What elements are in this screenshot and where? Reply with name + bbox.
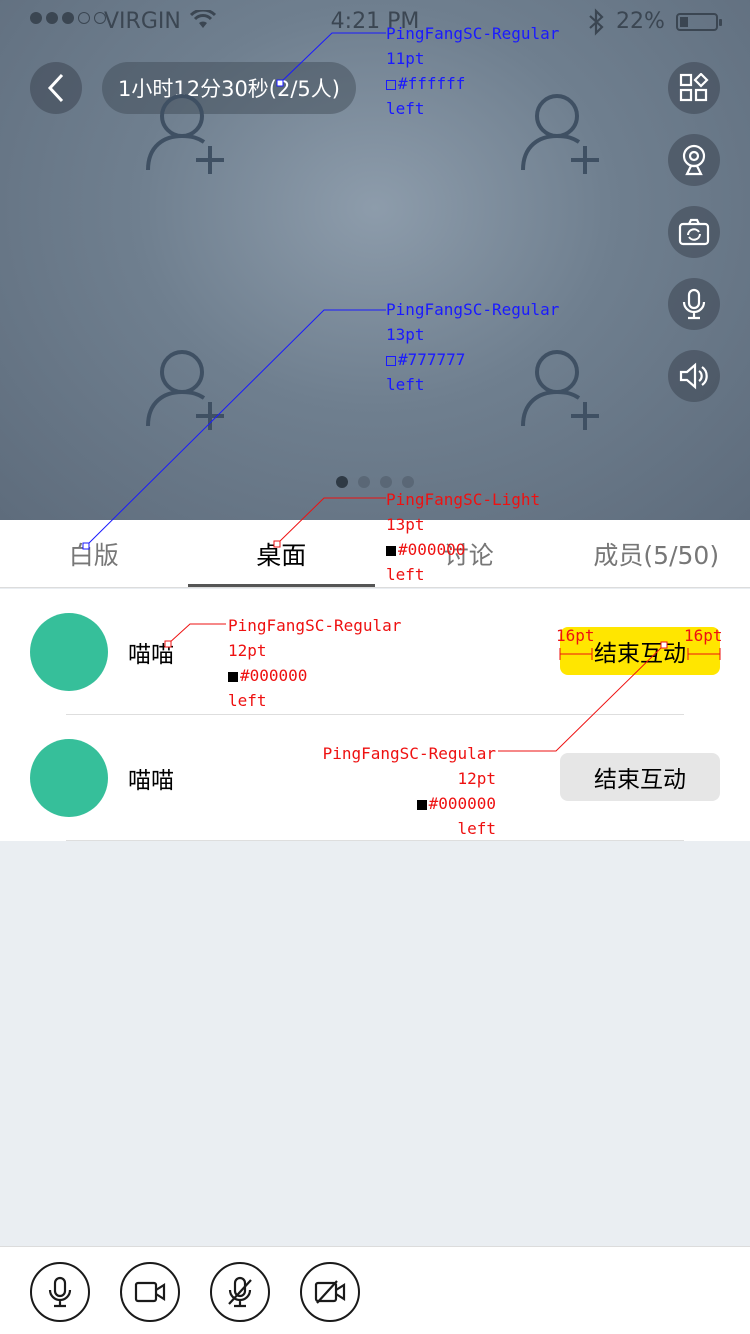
webcam-button[interactable] [668, 134, 720, 186]
camera-switch-icon [678, 218, 710, 246]
member-name: 喵喵 [128, 642, 174, 668]
video-off-icon [314, 1280, 346, 1304]
avatar [30, 613, 108, 691]
padding-annotation: 16pt [556, 626, 595, 645]
carrier-name: VIRGIN [104, 9, 181, 34]
video-icon [134, 1281, 166, 1303]
battery-icon [676, 13, 722, 31]
tab-desktop[interactable]: 桌面 [187, 520, 376, 587]
speaker-button[interactable] [668, 350, 720, 402]
webcam-icon [682, 144, 706, 176]
mic-icon [48, 1276, 72, 1308]
bottom-toolbar [0, 1246, 750, 1334]
mic-off-icon [228, 1276, 252, 1308]
signal-strength-icon [30, 12, 106, 24]
font-annotation: PingFangSC-Regular 12pt #000000 left [228, 616, 402, 710]
padding-annotation: 16pt [684, 626, 723, 645]
grid-icon [679, 73, 709, 102]
font-annotation: PingFangSC-Regular 13pt #777777 left [386, 300, 560, 394]
disable-video-button[interactable] [300, 1262, 360, 1322]
switch-camera-button[interactable] [668, 206, 720, 258]
battery-percentage: 22% [616, 9, 665, 34]
mute-mic-button[interactable] [210, 1262, 270, 1322]
add-user-icon[interactable] [140, 344, 230, 434]
mic-button[interactable] [30, 1262, 90, 1322]
back-button[interactable] [30, 62, 82, 114]
font-annotation: PingFangSC-Light 13pt #000000 left [386, 490, 541, 584]
chevron-left-icon [47, 73, 64, 103]
font-annotation: PingFangSC-Regular 11pt #ffffff left [386, 24, 560, 118]
member-name: 喵喵 [128, 768, 174, 794]
microphone-button[interactable] [668, 278, 720, 330]
wifi-icon [189, 8, 217, 36]
speaker-icon [679, 362, 708, 390]
layout-button[interactable] [668, 62, 720, 114]
page-dot[interactable] [358, 476, 370, 488]
bluetooth-icon [586, 8, 606, 42]
add-user-icon[interactable] [140, 88, 230, 178]
end-interaction-button[interactable]: 结束互动 [560, 753, 720, 801]
page-dot[interactable] [336, 476, 348, 488]
video-button[interactable] [120, 1262, 180, 1322]
avatar [30, 739, 108, 817]
status-bar: VIRGIN 4:21 PM 22% [0, 0, 750, 44]
video-area: VIRGIN 4:21 PM 22% 1小时12分30秒(2/5人) [0, 0, 750, 520]
microphone-icon [682, 288, 706, 320]
tab-members[interactable]: 成员(5/50) [563, 520, 750, 587]
tab-whiteboard[interactable]: 白版 [0, 520, 188, 587]
tab-bar: 白版 桌面 讨论 成员(5/50) [0, 520, 750, 588]
font-annotation: PingFangSC-Regular 12pt #000000 left [322, 744, 496, 838]
